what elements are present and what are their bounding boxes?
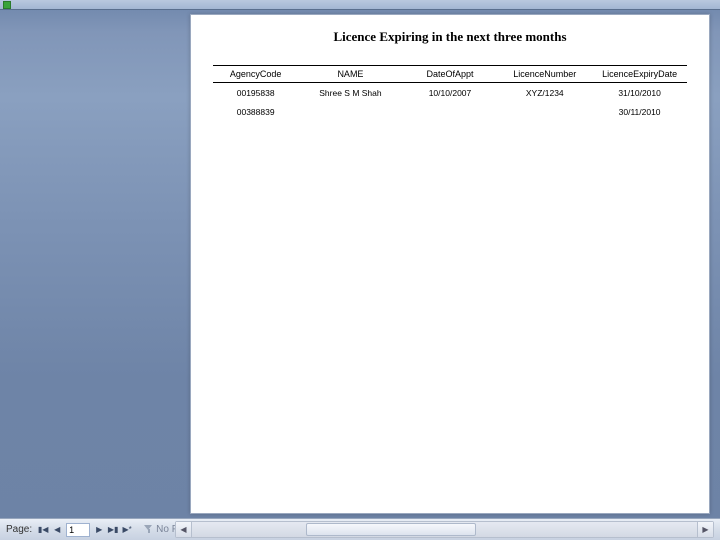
pager-label: Page: xyxy=(4,524,36,535)
report-table: AgencyCode NAME DateOfAppt LicenceNumber… xyxy=(213,65,687,121)
app-window: Licence Expiring in the next three month… xyxy=(0,0,720,540)
table-row: 00195838 Shree S M Shah 10/10/2007 XYZ/1… xyxy=(213,83,687,103)
col-name: NAME xyxy=(298,66,402,83)
status-bar: Page: ▮◀ ◀ ▶ ▶▮ ▶* No Filter ◀ ▶ xyxy=(0,518,720,540)
title-bar xyxy=(0,0,720,10)
record-navigator: Page: ▮◀ ◀ ▶ ▶▮ ▶* No Filter xyxy=(0,519,198,540)
app-icon xyxy=(3,1,11,9)
cell-date-of-appt: 10/10/2007 xyxy=(403,83,498,103)
next-page-button[interactable]: ▶ xyxy=(92,522,106,538)
cell-licence-number xyxy=(497,102,592,121)
scroll-right-button[interactable]: ▶ xyxy=(697,522,713,537)
cell-agency-code: 00195838 xyxy=(213,83,298,103)
first-page-button[interactable]: ▮◀ xyxy=(36,522,50,538)
cell-name: Shree S M Shah xyxy=(298,83,402,103)
cell-licence-expiry: 30/11/2010 xyxy=(592,102,687,121)
funnel-icon xyxy=(144,525,153,534)
col-agency-code: AgencyCode xyxy=(213,66,298,83)
workspace: Licence Expiring in the next three month… xyxy=(0,10,720,518)
cell-agency-code: 00388839 xyxy=(213,102,298,121)
table-row: 00388839 30/11/2010 xyxy=(213,102,687,121)
scroll-thumb[interactable] xyxy=(306,523,476,536)
right-gutter xyxy=(710,10,720,518)
report-page: Licence Expiring in the next three month… xyxy=(190,14,710,514)
col-licence-number: LicenceNumber xyxy=(497,66,592,83)
cell-licence-number: XYZ/1234 xyxy=(497,83,592,103)
new-record-button[interactable]: ▶* xyxy=(120,522,134,538)
cell-licence-expiry: 31/10/2010 xyxy=(592,83,687,103)
horizontal-scrollbar[interactable]: ◀ ▶ xyxy=(175,521,714,538)
page-number-input[interactable] xyxy=(66,523,90,537)
scroll-left-button[interactable]: ◀ xyxy=(176,522,192,537)
col-date-of-appt: DateOfAppt xyxy=(403,66,498,83)
table-header-row: AgencyCode NAME DateOfAppt LicenceNumber… xyxy=(213,66,687,83)
cell-date-of-appt xyxy=(403,102,498,121)
prev-page-button[interactable]: ◀ xyxy=(50,522,64,538)
cell-name xyxy=(298,102,402,121)
col-licence-expiry: LicenceExpiryDate xyxy=(592,66,687,83)
last-page-button[interactable]: ▶▮ xyxy=(106,522,120,538)
report-title: Licence Expiring in the next three month… xyxy=(213,29,687,45)
nav-pane-gutter xyxy=(0,10,190,518)
